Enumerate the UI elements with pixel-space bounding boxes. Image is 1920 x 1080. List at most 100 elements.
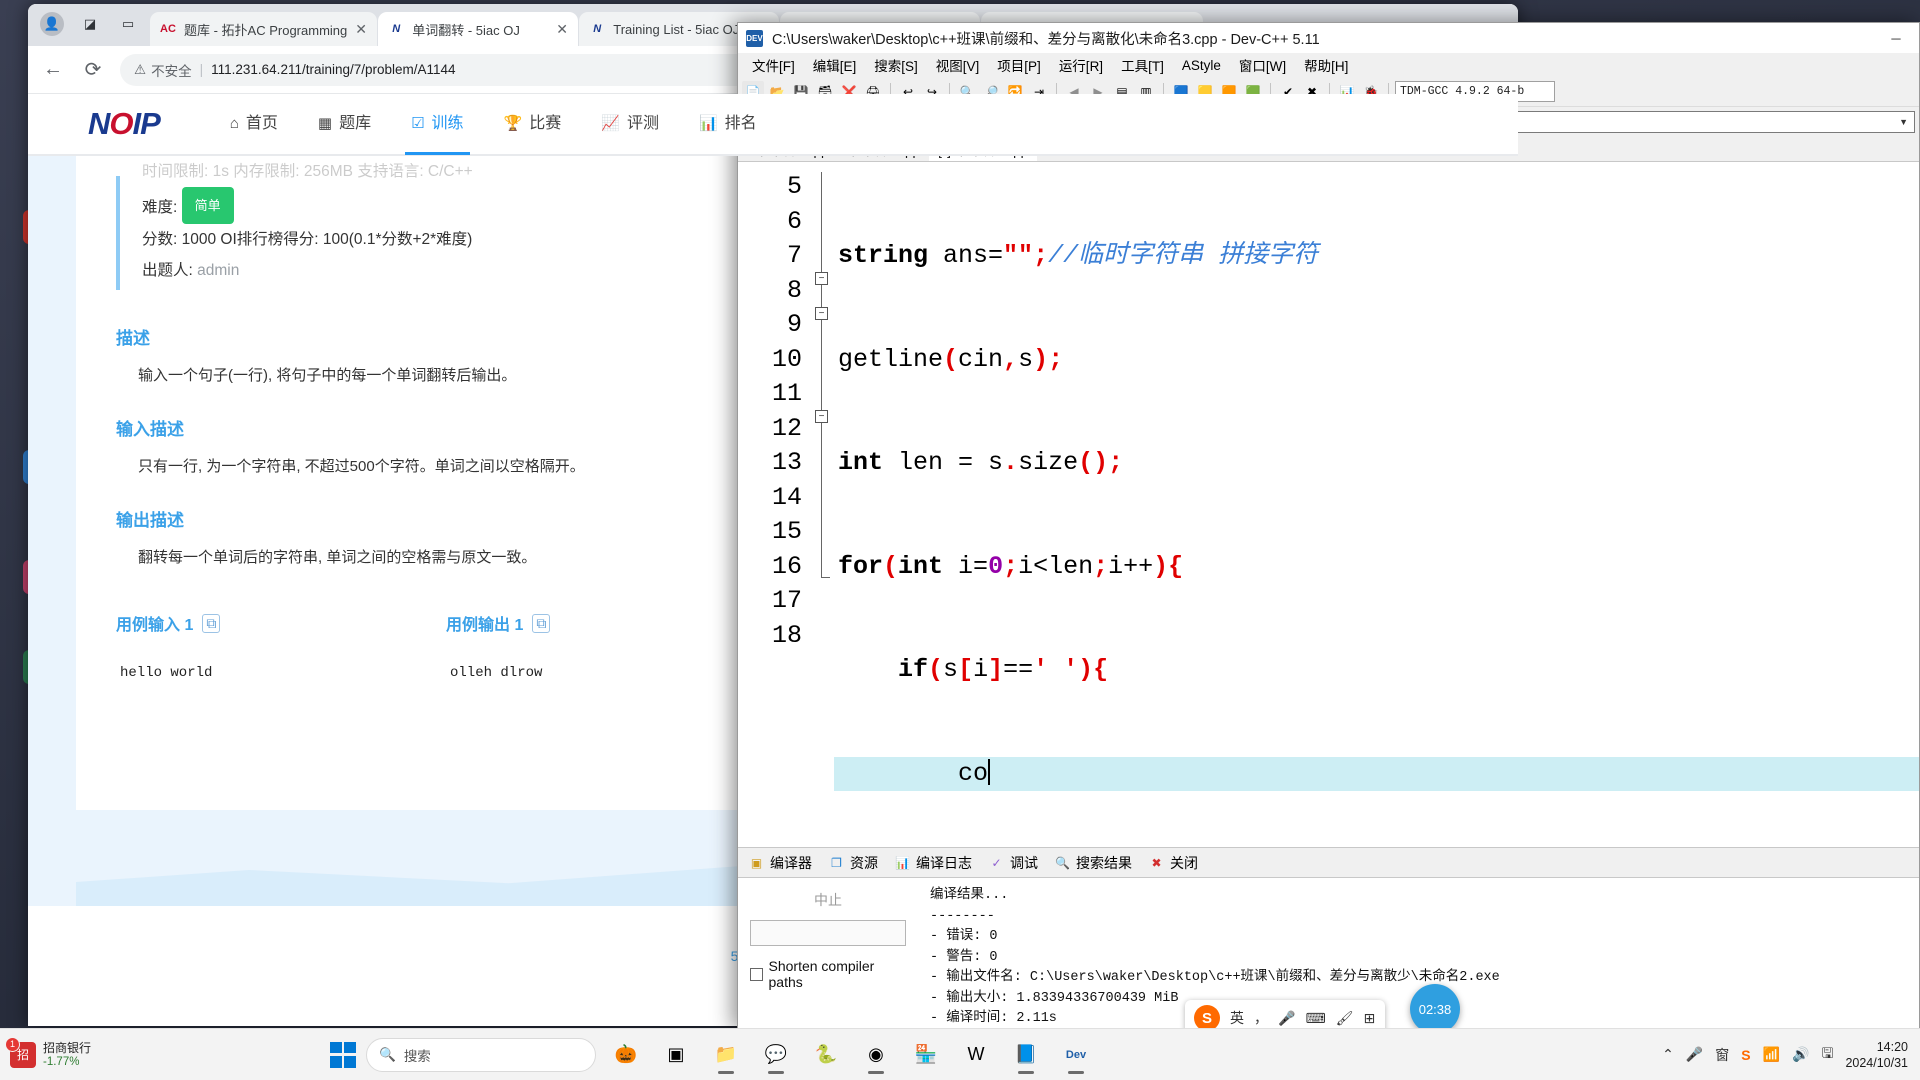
taskbar-app-devcpp[interactable]: Dev bbox=[1056, 1035, 1096, 1075]
tray-sogou-icon[interactable]: S bbox=[1741, 1047, 1750, 1063]
devcpp-menubar: 文件[F] 编辑[E] 搜索[S] 视图[V] 项目[P] 运行[R] 工具[T… bbox=[738, 53, 1919, 77]
menu-window[interactable]: 窗口[W] bbox=[1231, 53, 1294, 77]
fold-toggle-for-line-9[interactable]: − bbox=[815, 307, 828, 320]
taskbar-clock[interactable]: 14:20 2024/10/31 bbox=[1845, 1039, 1908, 1071]
panel-tab-compiler[interactable]: ▣ 编译器 bbox=[748, 853, 812, 873]
code-folding-column[interactable]: − − − bbox=[810, 162, 834, 847]
sitenav-problems[interactable]: ▦ 题库 bbox=[298, 94, 391, 155]
sitenav-ranking[interactable]: 📊 排名 bbox=[679, 94, 777, 155]
taskbar-app-pumpkin[interactable]: 🎃 bbox=[606, 1035, 646, 1075]
tray-volume-icon[interactable]: 🔊 bbox=[1792, 1046, 1809, 1063]
panel-tab-compile-log[interactable]: 📊 编译日志 bbox=[894, 853, 972, 873]
taskbar-app-explorer[interactable]: 📁 bbox=[706, 1035, 746, 1075]
shorten-paths-checkbox[interactable] bbox=[750, 967, 763, 981]
menu-project[interactable]: 项目[P] bbox=[989, 53, 1049, 77]
close-tab-icon[interactable]: ✕ bbox=[556, 21, 568, 38]
tray-window-icon[interactable]: 窗 bbox=[1715, 1045, 1729, 1065]
fold-toggle-for-line-8[interactable]: − bbox=[815, 272, 828, 285]
copy-icon[interactable]: ⧉ bbox=[532, 613, 551, 633]
shorten-paths-row[interactable]: Shorten compiler paths bbox=[750, 958, 906, 990]
taskbar-app-chrome[interactable]: ◉ bbox=[856, 1035, 896, 1075]
reload-icon[interactable]: ⟳ bbox=[80, 57, 106, 82]
panel-tab-label: 编译日志 bbox=[916, 854, 972, 871]
sample-output-header: 用例输出 1 ⧉ bbox=[446, 611, 776, 635]
tray-expand-icon[interactable]: ⌃ bbox=[1662, 1046, 1674, 1063]
ime-language-toggle[interactable]: 英 bbox=[1230, 1008, 1244, 1028]
menu-search[interactable]: 搜索[S] bbox=[866, 53, 926, 77]
tab-list-icon[interactable]: ▭ bbox=[116, 12, 140, 36]
tab-groups-icon[interactable]: ◪ bbox=[78, 12, 102, 36]
line-number: 10 bbox=[771, 344, 802, 374]
browser-tab-active[interactable]: N 单词翻转 - 5iac OJ ✕ bbox=[378, 12, 579, 46]
menu-view[interactable]: 视图[V] bbox=[928, 53, 988, 77]
sitenav-contest[interactable]: 🏆 比赛 bbox=[484, 94, 582, 155]
close-tab-icon[interactable]: ✕ bbox=[355, 21, 367, 38]
stock-ticker[interactable]: 1 招 招商银行 -1.77% bbox=[5, 1036, 91, 1069]
abort-button[interactable]: 中止 bbox=[750, 890, 906, 910]
sample-output-col: 用例输出 1 ⧉ olleh dlrow bbox=[446, 611, 776, 681]
noip-logo[interactable]: NOIP bbox=[88, 106, 161, 142]
menu-run[interactable]: 运行[R] bbox=[1051, 53, 1111, 77]
sample-input-text: hello world bbox=[120, 665, 213, 681]
menu-astyle[interactable]: AStyle bbox=[1174, 56, 1229, 75]
floating-clock-bubble[interactable]: 02:38 bbox=[1410, 984, 1460, 1034]
taskbar-app-taskview[interactable]: ▣ bbox=[656, 1035, 696, 1075]
security-warning[interactable]: ⚠ 不安全 bbox=[134, 60, 192, 80]
sample-output-text: olleh dlrow bbox=[450, 665, 543, 681]
ime-voice-icon[interactable]: 🎤 bbox=[1278, 1010, 1295, 1027]
bank-icon: 1 招 bbox=[5, 1036, 36, 1068]
copy-icon[interactable]: ⧉ bbox=[202, 613, 221, 633]
code-line-9: if(s[i]==' '){ bbox=[898, 655, 1109, 684]
start-button-icon[interactable] bbox=[330, 1041, 356, 1068]
profile-avatar-icon[interactable]: 👤 bbox=[40, 12, 64, 36]
sitenav-training[interactable]: ☑ 训练 bbox=[391, 94, 483, 155]
taskbar-app-store[interactable]: 🏪 bbox=[906, 1035, 946, 1075]
difficulty-badge: 简单 bbox=[181, 187, 234, 224]
author-label: 出题人: bbox=[142, 262, 193, 279]
line-number: 11 bbox=[771, 379, 802, 408]
panel-tab-close[interactable]: ✖ 关闭 bbox=[1148, 853, 1198, 873]
tray-microphone-icon[interactable]: 🎤 bbox=[1686, 1046, 1703, 1063]
tray-wifi-icon[interactable]: 📶 bbox=[1763, 1046, 1780, 1063]
taskbar-app-notes[interactable]: 📘 bbox=[1006, 1035, 1046, 1075]
ime-keyboard-icon[interactable]: ⌨ bbox=[1305, 1010, 1325, 1027]
minimize-button[interactable]: ─ bbox=[1873, 23, 1919, 53]
code-editor[interactable]: 5 6 7 8 9 10 11 12 13 14 15 16 17 18 − −… bbox=[738, 162, 1919, 847]
ac-favicon: AC bbox=[160, 23, 176, 35]
menu-help[interactable]: 帮助[H] bbox=[1296, 53, 1356, 77]
line-number: 9 bbox=[786, 310, 802, 339]
panel-tab-resources[interactable]: ❐ 资源 bbox=[828, 853, 878, 873]
security-label: 不安全 bbox=[151, 63, 192, 79]
debug-tab-icon: ✓ bbox=[991, 855, 1002, 870]
sitenav-judge[interactable]: 📈 评测 bbox=[581, 94, 679, 155]
back-icon[interactable]: ← bbox=[40, 58, 66, 81]
taskbar-time: 14:20 bbox=[1876, 1039, 1908, 1054]
panel-tab-label: 编译器 bbox=[770, 854, 812, 871]
menu-file[interactable]: 文件[F] bbox=[744, 53, 803, 77]
browser-tab[interactable]: AC 题库 - 拓扑AC Programming ✕ bbox=[150, 12, 378, 46]
tray-save-icon[interactable]: 🖫 bbox=[1822, 1043, 1834, 1067]
menu-tools[interactable]: 工具[T] bbox=[1113, 53, 1172, 77]
panel-tab-debug[interactable]: ✓ 调试 bbox=[988, 853, 1038, 873]
taskbar-stock-widget[interactable]: 1 招 招商银行 -1.77% bbox=[0, 1036, 330, 1069]
browser-tab-title: 题库 - 拓扑AC Programming bbox=[184, 22, 348, 38]
devcpp-window: DEV C:\Users\waker\Desktop\c++班课\前缀和、差分与… bbox=[737, 22, 1920, 1030]
ime-menu-icon[interactable]: ⊞ bbox=[1363, 1010, 1375, 1027]
taskbar-app-python[interactable]: 🐍 bbox=[806, 1035, 846, 1075]
line-number: 16 bbox=[771, 551, 802, 581]
fold-elbow bbox=[821, 577, 830, 578]
ime-punctuation-icon[interactable]: ， bbox=[1254, 1008, 1268, 1028]
sitenav-home[interactable]: ⌂ 首页 bbox=[210, 94, 298, 155]
taskbar-search[interactable]: 🔍 搜索 bbox=[366, 1037, 596, 1072]
menu-edit[interactable]: 编辑[E] bbox=[805, 53, 865, 77]
sitenav-label: 首页 bbox=[245, 115, 278, 132]
ime-skin-icon[interactable]: 🖌 bbox=[1336, 1010, 1354, 1027]
panel-tab-search-results[interactable]: 🔍 搜索结果 bbox=[1054, 853, 1132, 873]
fold-toggle-for-line-12[interactable]: − bbox=[815, 410, 828, 423]
taskbar-app-wps[interactable]: W bbox=[956, 1035, 996, 1075]
chevron-down-icon: ▼ bbox=[1899, 117, 1908, 127]
warning-triangle-icon: ⚠ bbox=[134, 61, 147, 77]
taskbar-app-wechat[interactable]: 💬 bbox=[756, 1035, 796, 1075]
sample-input-col: 用例输入 1 ⧉ hello world bbox=[116, 611, 446, 681]
code-text[interactable]: string ans="";//临时字符串 拼接字符 getline(cin,s… bbox=[834, 162, 1919, 847]
